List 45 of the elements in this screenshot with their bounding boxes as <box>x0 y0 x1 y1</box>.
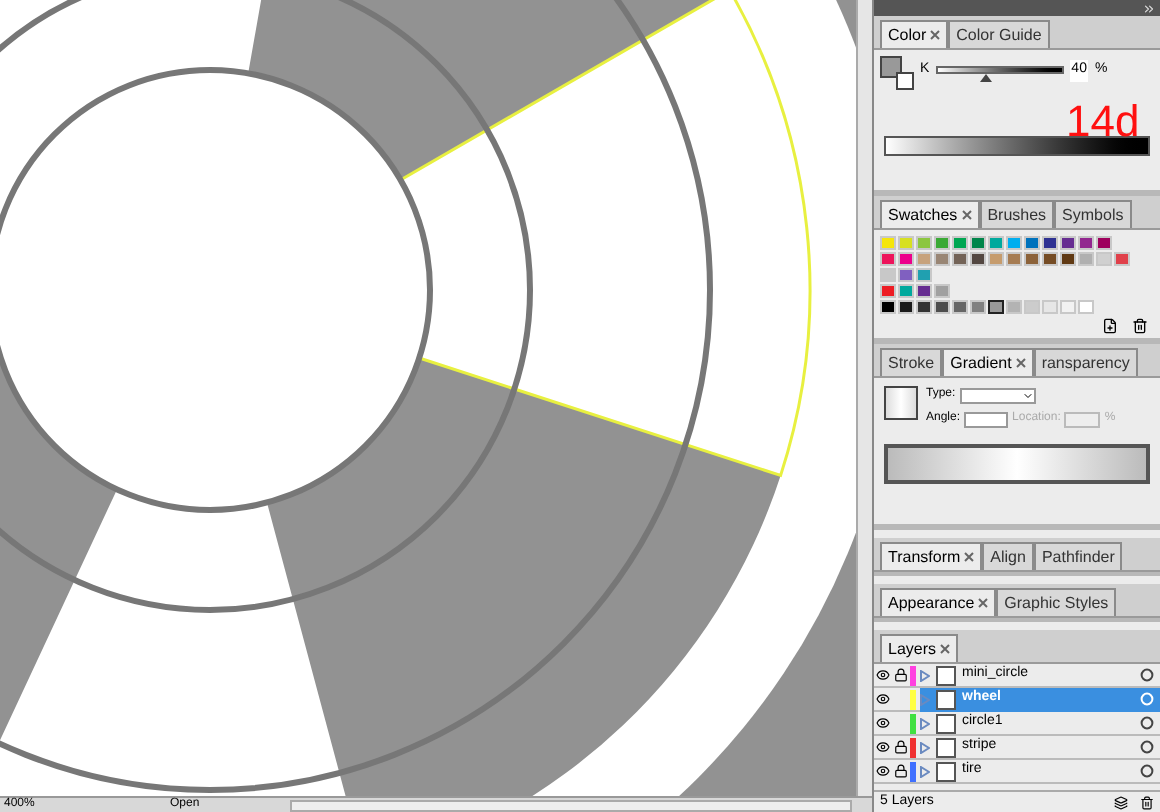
fill-stroke-icon[interactable] <box>880 56 914 90</box>
caret-icon[interactable] <box>1021 389 1034 401</box>
new-swatch-icon[interactable] <box>1102 318 1118 334</box>
eye-icon[interactable] <box>876 668 890 682</box>
close-icon[interactable] <box>940 644 951 655</box>
eye-icon[interactable] <box>876 716 890 730</box>
panel-tab[interactable]: Layers <box>880 634 959 662</box>
panel-tab[interactable]: Color <box>880 20 949 48</box>
panel-tab[interactable]: Symbols <box>1054 200 1132 228</box>
eye-icon[interactable] <box>876 692 890 706</box>
panel-tab[interactable]: Graphic Styles <box>996 588 1117 616</box>
close-icon[interactable] <box>961 210 972 221</box>
panel-tab[interactable]: Brushes <box>979 200 1055 228</box>
panel-tab[interactable]: Color Guide <box>948 20 1050 48</box>
panel-tab[interactable]: ransparency <box>1033 348 1138 376</box>
delete-icon[interactable] <box>1140 795 1154 809</box>
lock-icon[interactable] <box>894 668 908 682</box>
panel-tab[interactable]: Appearance <box>880 588 997 616</box>
close-icon[interactable] <box>930 30 941 41</box>
close-icon[interactable] <box>978 598 989 609</box>
new-layer-icon[interactable] <box>1114 795 1128 809</box>
panel-tab[interactable]: Stroke <box>880 348 943 376</box>
lock-icon[interactable] <box>894 764 908 778</box>
panel-tab[interactable]: Align <box>982 542 1034 570</box>
panel-tab[interactable]: Swatches <box>880 200 980 228</box>
slider-thumb[interactable] <box>980 74 993 82</box>
color-spectrum[interactable] <box>884 136 1150 156</box>
panel-tab[interactable]: Transform <box>880 542 983 570</box>
horizontal-scrollbar[interactable] <box>290 799 852 811</box>
angle-field[interactable] <box>964 411 1009 427</box>
step-annotation: 14d <box>1066 100 1140 144</box>
lock-icon[interactable] <box>894 740 908 754</box>
eye-icon[interactable] <box>876 740 890 754</box>
gradient-preview[interactable] <box>884 386 918 420</box>
eye-icon[interactable] <box>876 764 890 778</box>
vertical-scrollbar[interactable] <box>856 0 872 796</box>
location-field[interactable] <box>1064 411 1101 427</box>
delete-icon[interactable] <box>1132 318 1148 334</box>
close-icon[interactable] <box>1015 358 1026 369</box>
collapse-icon[interactable] <box>1142 1 1156 15</box>
type-dropdown[interactable] <box>959 387 1036 403</box>
close-icon[interactable] <box>964 552 975 563</box>
color-swatch[interactable] <box>988 300 1004 314</box>
panel-tab[interactable]: Pathfinder <box>1033 542 1123 570</box>
panel-tab[interactable]: Gradient <box>942 348 1034 376</box>
